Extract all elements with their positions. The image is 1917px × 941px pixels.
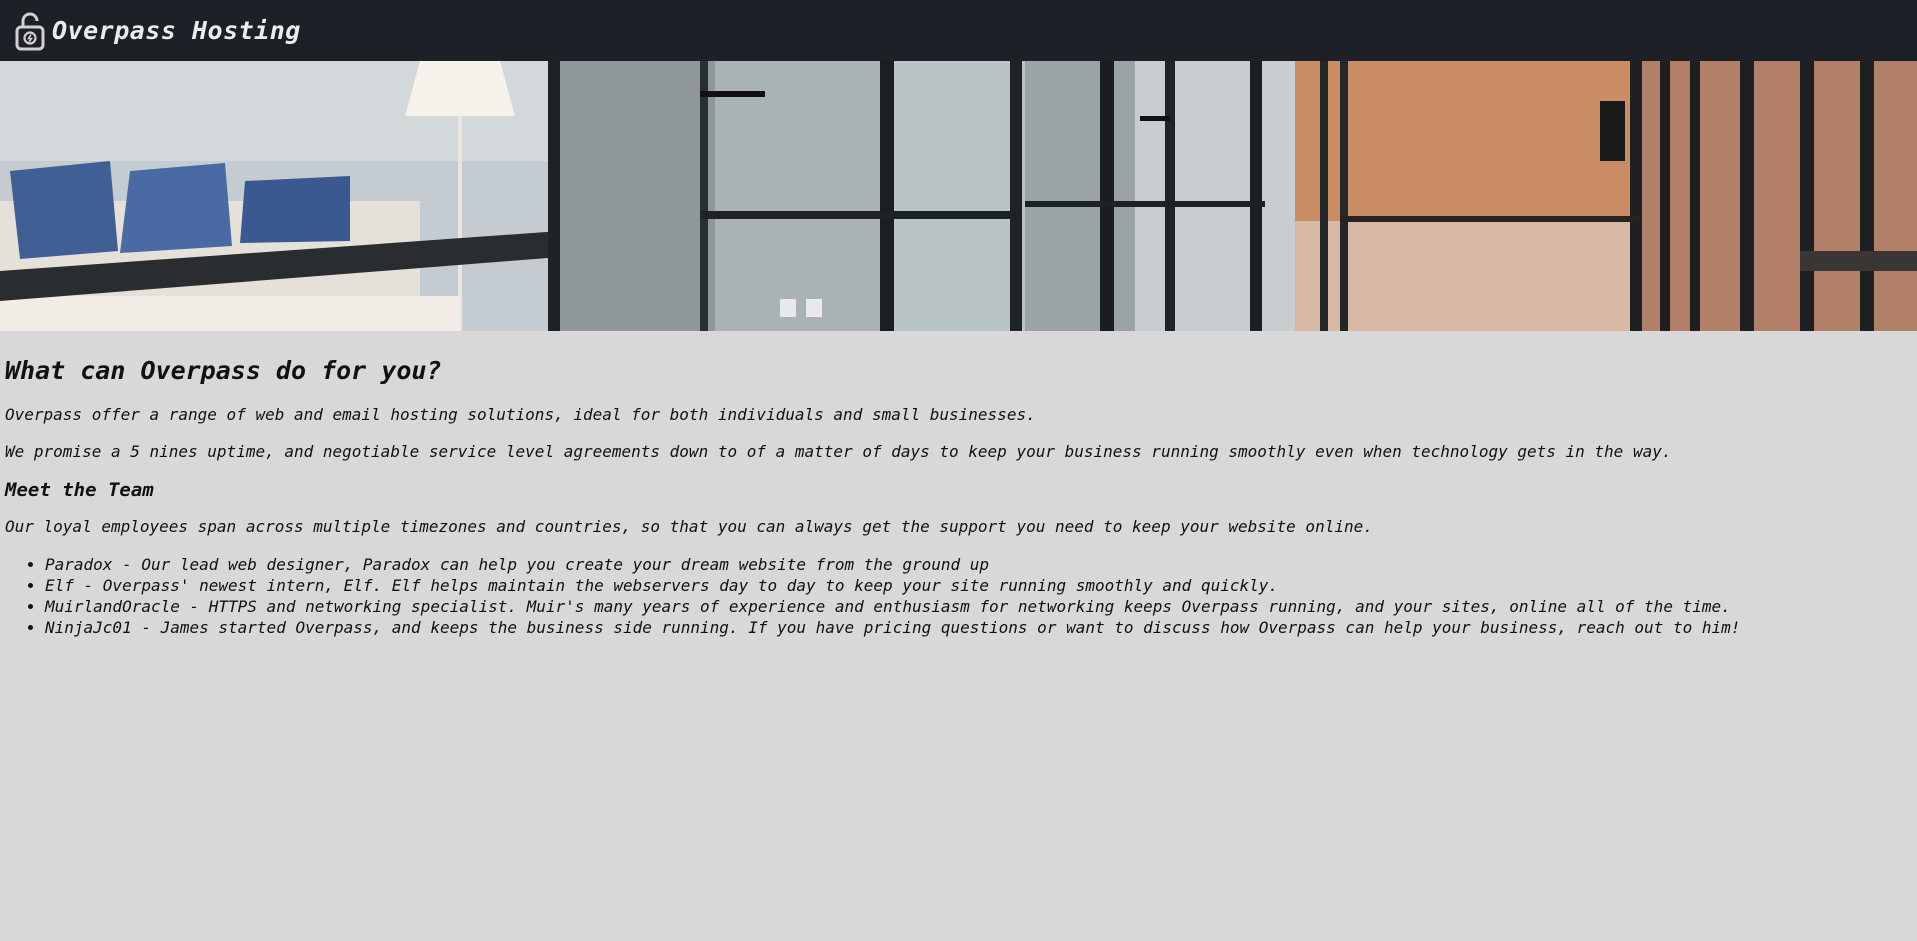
navbar: Overpass Hosting <box>0 0 1917 61</box>
team-list: Paradox - Our lead web designer, Paradox… <box>5 554 1905 638</box>
padlock-icon <box>14 10 46 52</box>
team-heading: Meet the Team <box>5 478 154 501</box>
main-content: What can Overpass do for you? Overpass o… <box>5 331 1905 638</box>
page-heading: What can Overpass do for you? <box>5 356 442 385</box>
team-member-muirlandoracle: MuirlandOracle - HTTPS and networking sp… <box>45 596 1905 617</box>
team-member-elf: Elf - Overpass' newest intern, Elf. Elf … <box>45 575 1905 596</box>
team-member-paradox: Paradox - Our lead web designer, Paradox… <box>45 554 1905 575</box>
team-member-ninjajc01: NinjaJc01 - James started Overpass, and … <box>45 617 1905 638</box>
team-intro: Our loyal employees span across multiple… <box>5 516 1373 536</box>
brand-title: Overpass Hosting <box>52 16 301 45</box>
hero-banner-image <box>0 61 1917 331</box>
brand-link[interactable]: Overpass Hosting <box>14 10 301 52</box>
intro-paragraph-1: Overpass offer a range of web and email … <box>5 404 1036 424</box>
intro-paragraph-2: We promise a 5 nines uptime, and negotia… <box>5 441 1672 461</box>
